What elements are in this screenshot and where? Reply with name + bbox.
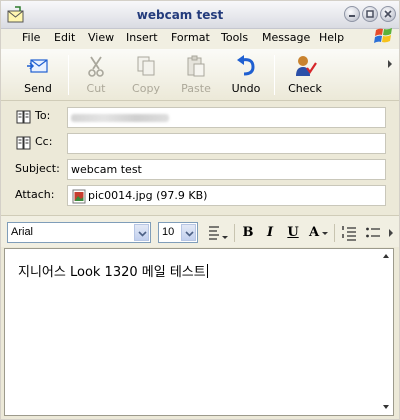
- font-color-icon[interactable]: [321, 231, 329, 237]
- undo-label: Undo: [231, 82, 261, 95]
- toolbar-separator: [274, 55, 275, 95]
- toolbar: Send Cut Copy Paste Undo Check: [1, 49, 399, 101]
- menu-message[interactable]: Message: [262, 29, 310, 49]
- maximize-button[interactable]: [362, 6, 378, 22]
- subject-field[interactable]: webcam test: [67, 159, 386, 180]
- menu-file[interactable]: File: [22, 29, 40, 49]
- menu-format[interactable]: Format: [171, 29, 210, 49]
- copy-icon: [137, 56, 155, 76]
- message-body-editor[interactable]: 지니어스 Look 1320 메일 테스트: [4, 248, 394, 416]
- address-book-icon[interactable]: [16, 110, 32, 124]
- underline-button[interactable]: U: [285, 224, 301, 242]
- address-book-icon[interactable]: [16, 136, 32, 150]
- paste-button[interactable]: Paste: [171, 52, 221, 98]
- menu-tools[interactable]: Tools: [221, 29, 248, 49]
- windows-logo-icon: [374, 28, 392, 43]
- font-family-dropdown-arrow[interactable]: [134, 224, 149, 241]
- to-recipient-redacted: [71, 114, 169, 122]
- send-label: Send: [24, 82, 52, 95]
- cut-icon: [88, 56, 104, 77]
- cut-button[interactable]: Cut: [71, 52, 121, 98]
- window-title: webcam test: [136, 8, 224, 22]
- font-size-value: 10: [162, 226, 175, 238]
- italic-button[interactable]: I: [263, 224, 277, 242]
- minimize-button[interactable]: [344, 6, 360, 22]
- bullet-list-icon[interactable]: [365, 224, 381, 242]
- vertical-scrollbar[interactable]: [379, 249, 393, 415]
- check-label: Check: [288, 82, 322, 95]
- format-separator: [234, 224, 235, 242]
- menu-insert[interactable]: Insert: [126, 29, 158, 49]
- text-caret: [206, 264, 208, 278]
- attach-label: Attach:: [15, 188, 55, 201]
- menu-view[interactable]: View: [88, 29, 114, 49]
- toolbar-separator: [68, 55, 69, 95]
- copy-button[interactable]: Copy: [121, 52, 171, 98]
- close-icon: [384, 10, 392, 18]
- paste-label: Paste: [181, 82, 211, 95]
- format-overflow-chevron-icon[interactable]: [388, 228, 394, 238]
- title-bar[interactable]: webcam test: [1, 1, 399, 29]
- font-family-select[interactable]: Arial: [7, 222, 151, 243]
- paste-icon: [187, 55, 205, 77]
- undo-icon: [237, 55, 255, 76]
- format-separator: [334, 224, 335, 242]
- undo-button[interactable]: Undo: [221, 52, 271, 98]
- menu-bar: File Edit View Insert Format Tools Messa…: [1, 29, 399, 49]
- close-button[interactable]: [380, 6, 396, 22]
- to-label[interactable]: To:: [35, 109, 50, 122]
- font-size-select[interactable]: 10: [158, 222, 198, 243]
- cc-label[interactable]: Cc:: [35, 135, 52, 148]
- toolbar-overflow-chevron-icon[interactable]: [387, 59, 393, 69]
- paragraph-style-icon[interactable]: [207, 224, 229, 242]
- font-family-value: Arial: [11, 226, 34, 238]
- menu-help[interactable]: Help: [319, 29, 344, 49]
- scroll-up-arrow-icon[interactable]: [382, 253, 390, 259]
- attachment-name[interactable]: pic0014.jpg (97.9 KB): [88, 189, 207, 202]
- subject-label: Subject:: [15, 162, 60, 175]
- font-size-dropdown-arrow[interactable]: [181, 224, 196, 241]
- send-button[interactable]: Send: [13, 52, 63, 98]
- chevron-down-icon: [185, 231, 194, 237]
- menu-edit[interactable]: Edit: [54, 29, 75, 49]
- maximize-icon: [366, 10, 374, 18]
- cc-field[interactable]: [67, 133, 386, 154]
- scroll-down-arrow-icon[interactable]: [382, 404, 390, 410]
- bold-button[interactable]: B: [240, 224, 256, 242]
- cut-label: Cut: [86, 82, 106, 95]
- numbered-list-icon[interactable]: [341, 224, 357, 242]
- send-icon: [27, 59, 48, 73]
- message-body-text[interactable]: 지니어스 Look 1320 메일 테스트: [18, 261, 208, 280]
- message-body-line: 지니어스 Look 1320 메일 테스트: [18, 265, 206, 280]
- compose-window: webcam test File Edit View Insert Format…: [0, 0, 400, 420]
- check-button[interactable]: Check: [280, 52, 330, 98]
- to-field[interactable]: [67, 107, 386, 128]
- copy-label: Copy: [132, 82, 160, 95]
- font-color-button[interactable]: A: [307, 224, 321, 242]
- chevron-down-icon: [138, 231, 147, 237]
- minimize-icon: [349, 15, 355, 17]
- image-file-icon: [72, 189, 86, 203]
- attach-field[interactable]: pic0014.jpg (97.9 KB): [67, 185, 386, 206]
- format-bar: Arial 10 B I U A: [1, 215, 399, 247]
- check-icon: [296, 56, 317, 76]
